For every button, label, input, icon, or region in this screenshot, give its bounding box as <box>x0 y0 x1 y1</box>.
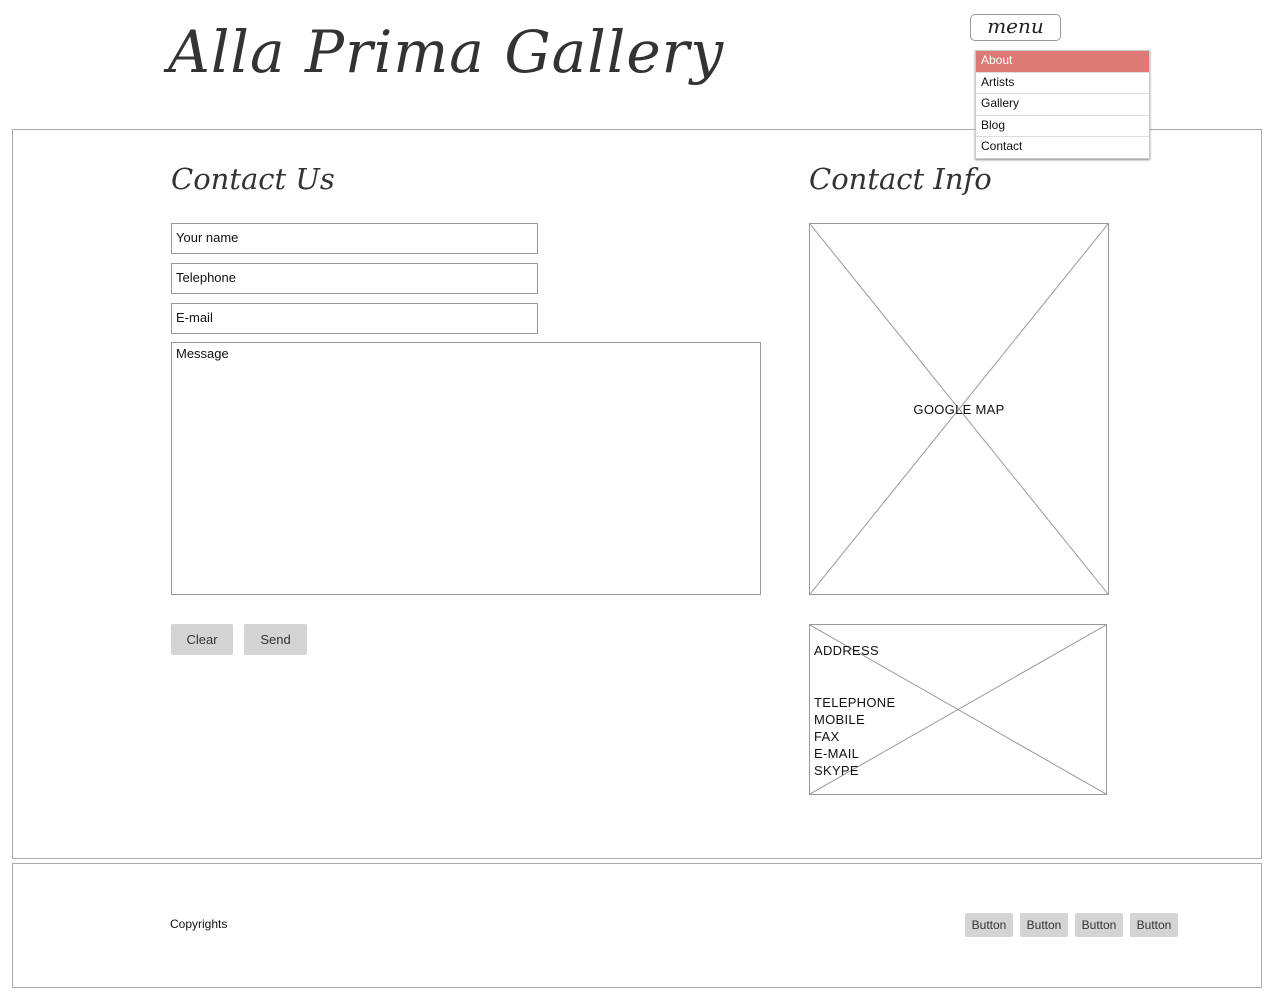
footer-button-2[interactable]: Button <box>1020 913 1068 937</box>
footer-button-4[interactable]: Button <box>1130 913 1178 937</box>
logo[interactable]: Alla Prima Gallery <box>168 18 724 86</box>
menu-item-artists[interactable]: Artists <box>976 73 1149 94</box>
telephone-input[interactable]: Telephone <box>171 263 538 294</box>
contact-info-title: Contact Info <box>809 162 992 196</box>
menu-item-gallery[interactable]: Gallery <box>976 94 1149 116</box>
fax-label: FAX <box>814 729 840 744</box>
skype-label: SKYPE <box>814 763 859 778</box>
email-input[interactable]: E-mail <box>171 303 538 334</box>
google-map-placeholder: GOOGLE MAP <box>809 223 1109 595</box>
menu-item-about[interactable]: About <box>976 51 1149 73</box>
copyright-text: Copyrights <box>170 917 228 931</box>
menu-item-contact[interactable]: Contact <box>976 137 1149 158</box>
contact-details: TELEPHONE MOBILE FAX E-MAIL SKYPE <box>814 694 895 779</box>
menu-item-blog[interactable]: Blog <box>976 116 1149 137</box>
address-placeholder: ADDRESS TELEPHONE MOBILE FAX E-MAIL SKYP… <box>809 624 1107 795</box>
footer-button-3[interactable]: Button <box>1075 913 1123 937</box>
contact-us-title: Contact Us <box>171 162 335 196</box>
telephone-label: TELEPHONE <box>814 695 896 710</box>
email-label: E-MAIL <box>814 746 860 761</box>
menu-dropdown: About Artists Gallery Blog Contact <box>975 50 1150 159</box>
menu-button[interactable]: menu <box>970 14 1061 41</box>
footer-button-1[interactable]: Button <box>965 913 1013 937</box>
address-label: ADDRESS <box>814 643 879 658</box>
mobile-label: MOBILE <box>814 712 865 727</box>
clear-button[interactable]: Clear <box>171 624 233 655</box>
map-label: GOOGLE MAP <box>913 402 1005 417</box>
name-input[interactable]: Your name <box>171 223 538 254</box>
message-textarea[interactable]: Message <box>171 342 761 595</box>
send-button[interactable]: Send <box>244 624 307 655</box>
